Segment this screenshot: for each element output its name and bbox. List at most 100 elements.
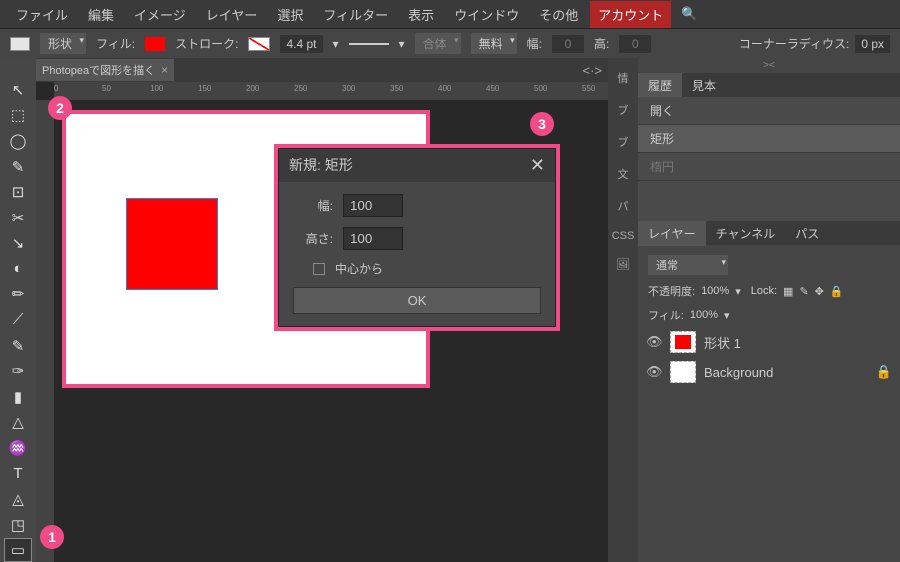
chevron-down-icon[interactable]: ▾ xyxy=(724,309,730,322)
brush-tool[interactable]: ◐ xyxy=(4,257,32,281)
rect-select-tool[interactable]: ⬚ xyxy=(4,104,32,128)
dialog-height-input[interactable] xyxy=(343,227,403,250)
menu-layer[interactable]: レイヤー xyxy=(198,1,266,28)
layer-fill-value[interactable]: 100% xyxy=(690,309,718,321)
close-icon[interactable]: ✕ xyxy=(530,155,545,176)
opacity-value[interactable]: 100% xyxy=(701,285,729,297)
menu-account[interactable]: アカウント xyxy=(590,1,671,28)
lock-icon[interactable]: 🔒 xyxy=(876,364,892,380)
center-checkbox[interactable] xyxy=(313,263,325,275)
document-tabs: Photopeaで図形を描く × <·> xyxy=(36,58,608,82)
width-field[interactable]: 0 xyxy=(552,35,584,53)
tool-bar: ↖ ⬚ ◯ ✎ ⊡ ✂ ↘ ◐ ✏ ⟋ ✎ ✑ ▮ △ ♒ T ◬ ◳ ▭ xyxy=(0,58,36,562)
layer-name[interactable]: 形状 1 xyxy=(704,333,741,352)
blur-tool[interactable]: ✑ xyxy=(4,359,32,383)
history-panel: 開く 矩形 楕円 xyxy=(638,97,900,221)
corner-radius-field[interactable]: 0 px xyxy=(855,35,890,53)
callout-3: 3 xyxy=(530,112,554,136)
history-item[interactable]: 楕円 xyxy=(638,153,900,181)
gradient-tool[interactable]: ✎ xyxy=(4,334,32,358)
crop-tool[interactable]: ⊡ xyxy=(4,180,32,204)
red-rectangle-shape[interactable] xyxy=(126,198,218,290)
visibility-icon[interactable]: 👁 xyxy=(646,334,662,350)
brush2-panel-icon[interactable]: ブ xyxy=(618,134,629,150)
path-combine-dropdown[interactable]: 合体 xyxy=(415,33,461,54)
menu-edit[interactable]: 編集 xyxy=(80,1,122,28)
tab-overflow-icon[interactable]: <·> xyxy=(576,63,608,78)
wand-tool[interactable]: ✎ xyxy=(4,155,32,179)
lock-move-icon[interactable]: ✥ xyxy=(815,285,824,298)
menu-view[interactable]: 表示 xyxy=(400,1,442,28)
lasso-tool[interactable]: ◯ xyxy=(4,129,32,153)
dialog-width-label: 幅: xyxy=(293,197,333,214)
free-dropdown[interactable]: 無料 xyxy=(471,33,517,54)
menu-image[interactable]: イメージ xyxy=(126,1,194,28)
menu-file[interactable]: ファイル xyxy=(8,1,76,28)
tab-layers[interactable]: レイヤー xyxy=(638,221,706,246)
bucket-tool[interactable]: ♒ xyxy=(4,436,32,460)
panel-collapse-icon[interactable]: >< xyxy=(638,58,900,73)
move-tool[interactable]: ↖ xyxy=(4,78,32,102)
info-panel-icon[interactable]: 情 xyxy=(618,70,629,86)
tab-swatches[interactable]: 見本 xyxy=(682,73,726,98)
layer-fill-label: フィル: xyxy=(648,307,684,323)
center-label: 中心から xyxy=(335,260,383,277)
line-style-sample[interactable] xyxy=(349,43,389,45)
fill-swatch[interactable] xyxy=(145,37,165,51)
menu-bar: ファイル 編集 イメージ レイヤー 選択 フィルター 表示 ウインドウ その他 … xyxy=(0,0,900,28)
close-icon[interactable]: × xyxy=(161,63,168,77)
css-panel-icon[interactable]: CSS xyxy=(612,230,635,242)
chevron-down-icon[interactable]: ▾ xyxy=(399,37,405,51)
shape-mode-dropdown[interactable]: 形状 xyxy=(40,33,86,54)
history-item[interactable]: 矩形 xyxy=(638,125,900,153)
blend-mode-dropdown[interactable]: 通常 xyxy=(648,255,728,275)
chevron-down-icon[interactable]: ▾ xyxy=(333,37,339,51)
ok-button[interactable]: OK xyxy=(293,287,541,314)
fill-label: フィル: xyxy=(96,35,135,52)
eyedropper-tool[interactable]: ✂ xyxy=(4,206,32,230)
rectangle-tool[interactable]: ▭ xyxy=(4,538,32,562)
type-tool[interactable]: T xyxy=(4,462,32,486)
layer-row[interactable]: 👁 Background 🔒 xyxy=(638,357,900,387)
visibility-icon[interactable]: 👁 xyxy=(646,364,662,380)
clone-tool[interactable]: ✏ xyxy=(4,283,32,307)
tab-history[interactable]: 履歴 xyxy=(638,73,682,98)
tab-channels[interactable]: チャンネル xyxy=(706,221,786,246)
char-panel-icon[interactable]: 文 xyxy=(618,166,629,182)
menu-window[interactable]: ウインドウ xyxy=(446,1,527,28)
layer-row[interactable]: 👁 形状 1 xyxy=(638,327,900,357)
height-field[interactable]: 0 xyxy=(619,35,651,53)
image-panel-icon[interactable]: 🖼 xyxy=(616,258,630,271)
corner-radius-label: コーナーラディウス: xyxy=(739,35,850,52)
layer-name[interactable]: Background xyxy=(704,365,773,380)
pen-tool[interactable]: ◬ xyxy=(4,487,32,511)
brush-panel-icon[interactable]: ブ xyxy=(618,102,629,118)
lock-transparent-icon[interactable]: ▦ xyxy=(783,285,793,298)
dialog-height-label: 高さ: xyxy=(293,230,333,247)
layer-swatch-icon[interactable] xyxy=(10,37,30,51)
path-select-tool[interactable]: ◳ xyxy=(4,513,32,537)
menu-select[interactable]: 選択 xyxy=(269,1,311,28)
chevron-down-icon[interactable]: ▾ xyxy=(735,285,741,298)
callout-2: 2 xyxy=(48,96,72,120)
eraser-tool[interactable]: ⟋ xyxy=(4,308,32,332)
lock-label: Lock: xyxy=(751,285,777,297)
search-icon[interactable]: 🔍 xyxy=(681,6,697,22)
smudge-tool[interactable]: △ xyxy=(4,411,32,435)
menu-other[interactable]: その他 xyxy=(531,1,586,28)
layer-thumbnail[interactable] xyxy=(670,331,696,353)
lock-paint-icon[interactable]: ✎ xyxy=(799,285,808,298)
dialog-width-input[interactable] xyxy=(343,194,403,217)
document-tab[interactable]: Photopeaで図形を描く × xyxy=(36,59,174,81)
tab-paths[interactable]: パス xyxy=(785,221,829,246)
para-panel-icon[interactable]: パ xyxy=(618,198,629,214)
dodge-tool[interactable]: ▮ xyxy=(4,385,32,409)
heal-tool[interactable]: ↘ xyxy=(4,231,32,255)
history-item[interactable]: 開く xyxy=(638,97,900,125)
stroke-width-field[interactable]: 4.4 pt xyxy=(280,35,322,53)
menu-filter[interactable]: フィルター xyxy=(315,1,396,28)
stroke-swatch[interactable] xyxy=(248,37,270,51)
layer-thumbnail[interactable] xyxy=(670,361,696,383)
lock-all-icon[interactable]: 🔒 xyxy=(830,285,844,298)
tab-title: Photopeaで図形を描く xyxy=(42,62,155,78)
